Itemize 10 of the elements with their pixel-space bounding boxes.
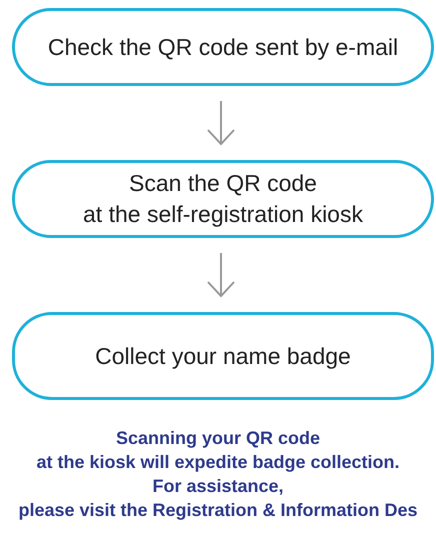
note-text: For assistance, bbox=[152, 475, 284, 498]
down-arrow-icon bbox=[205, 251, 237, 299]
step-text: Scan the QR code bbox=[129, 169, 317, 198]
step-text: Collect your name badge bbox=[95, 342, 351, 371]
note-text: at the kiosk will expedite badge collection. bbox=[36, 451, 400, 474]
step-text: Check the QR code sent by e-mail bbox=[48, 32, 398, 62]
note-text: Scanning your QR code bbox=[116, 427, 320, 450]
note-text: please visit the Registration & Information Des bbox=[18, 499, 418, 522]
down-arrow-icon bbox=[205, 99, 237, 147]
step-text: at the self-registration kiosk bbox=[83, 200, 363, 229]
